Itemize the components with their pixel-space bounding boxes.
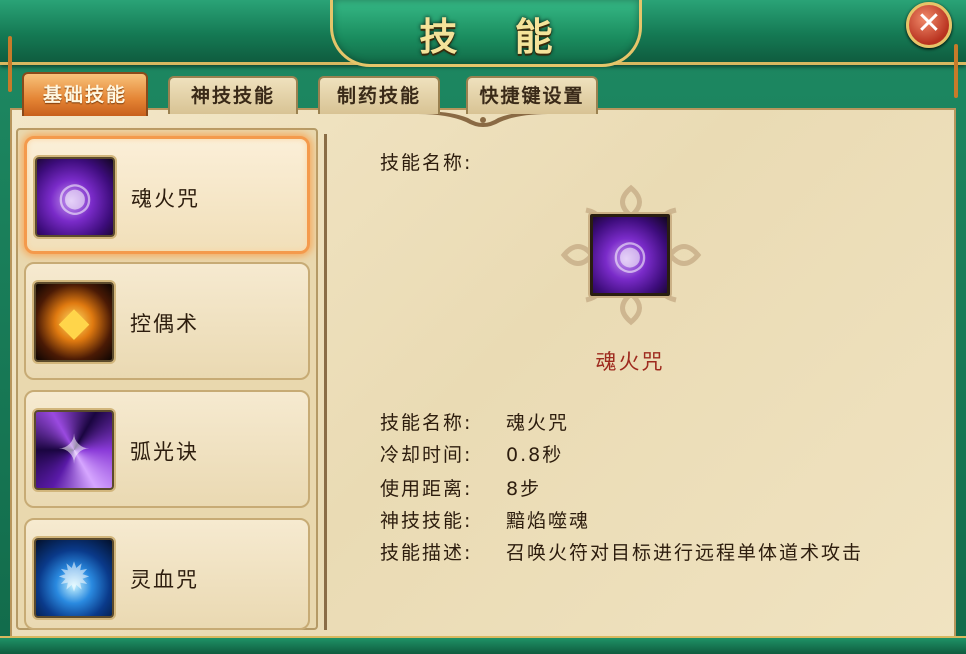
tassel-left — [8, 36, 12, 92]
tab-label: 制药技能 — [336, 85, 421, 107]
arc-light-icon: ✦ — [34, 410, 114, 490]
info-value: 黯焰噬魂 — [506, 510, 591, 532]
skill-item-soul-fire[interactable]: ◉ 魂火咒 — [24, 136, 310, 254]
info-value: 魂火咒 — [506, 412, 570, 434]
skill-name: 控偶术 — [130, 312, 199, 336]
title-plate: 技 能 — [330, 0, 642, 67]
info-row-description: 技能描述: 召唤火符对目标进行远程单体道术攻击 — [380, 538, 863, 565]
tab-label: 基础技能 — [42, 84, 127, 106]
info-row-range: 使用距离: 8步 — [380, 474, 541, 501]
info-label: 技能描述: — [380, 542, 473, 564]
skill-item-arc-light[interactable]: ✦ 弧光诀 — [24, 390, 310, 508]
info-label: 技能名称: — [380, 412, 473, 434]
info-row-divine-skill: 神技技能: 黯焰噬魂 — [380, 506, 590, 533]
close-icon: ✕ — [916, 6, 942, 41]
detail-header-label: 技能名称: — [380, 152, 473, 174]
skill-item-puppet[interactable]: ◆ 控偶术 — [24, 262, 310, 380]
skill-name: 灵血咒 — [130, 568, 199, 592]
tab-label: 快捷键设置 — [479, 85, 585, 107]
tab-medicine-skills[interactable]: 制药技能 — [318, 76, 440, 114]
tab-label: 神技技能 — [190, 85, 275, 107]
tab-divine-skills[interactable]: 神技技能 — [168, 76, 298, 114]
info-row-cooldown: 冷却时间: 0.8秒 — [380, 440, 563, 467]
info-value: 召唤火符对目标进行远程单体道术攻击 — [506, 542, 864, 564]
skill-name: 魂火咒 — [131, 187, 200, 211]
info-value: 0.8秒 — [506, 444, 564, 466]
soul-fire-icon: ◉ — [35, 157, 115, 237]
selected-skill-icon: ◉ — [590, 214, 670, 296]
info-label: 使用距离: — [380, 478, 473, 500]
skill-item-spirit-blood[interactable]: ✹ 灵血咒 — [24, 518, 310, 630]
info-value: 8步 — [506, 478, 542, 500]
bottom-trim — [0, 636, 966, 654]
puppet-talisman-icon: ◆ — [34, 282, 114, 362]
panel-divider — [324, 134, 327, 630]
window-title: 技 能 — [419, 15, 575, 59]
spirit-blood-icon: ✹ — [34, 538, 114, 618]
info-row-name: 技能名称: 魂火咒 — [380, 408, 569, 435]
tab-basic-skills[interactable]: 基础技能 — [22, 72, 148, 116]
selected-skill-name: 魂火咒 — [595, 350, 665, 374]
close-button[interactable]: ✕ — [906, 2, 952, 48]
skill-name: 弧光诀 — [130, 440, 199, 464]
info-label: 神技技能: — [380, 510, 473, 532]
tab-hotkey-settings[interactable]: 快捷键设置 — [466, 76, 598, 114]
info-label: 冷却时间: — [380, 444, 473, 466]
tassel-right — [954, 44, 958, 98]
